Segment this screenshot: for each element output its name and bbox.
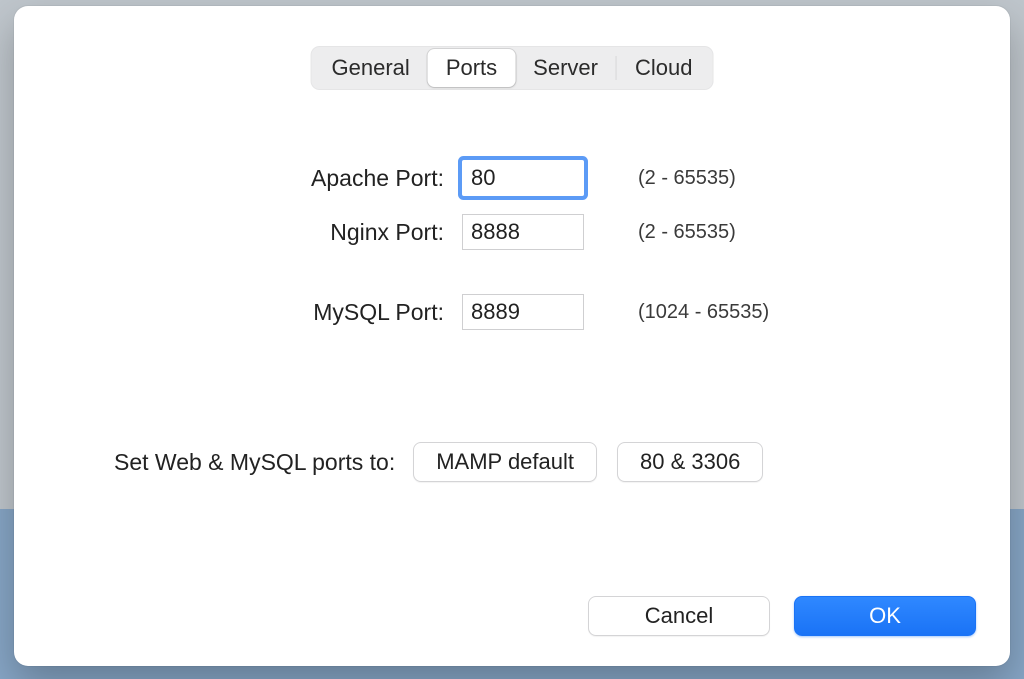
ports-form: Apache Port: (2 - 65535) Nginx Port: (2 … [14, 160, 1010, 348]
cancel-button[interactable]: Cancel [588, 596, 770, 636]
mysql-port-hint: (1024 - 65535) [620, 301, 1010, 324]
tab-general[interactable]: General [314, 49, 428, 87]
tab-ports[interactable]: Ports [428, 49, 515, 87]
apache-port-hint: (2 - 65535) [620, 167, 1010, 190]
preferences-sheet: General Ports Server Cloud Apache Port: … [14, 6, 1010, 666]
window-backdrop: General Ports Server Cloud Apache Port: … [0, 0, 1024, 679]
nginx-port-hint: (2 - 65535) [620, 221, 1010, 244]
apache-port-input[interactable] [462, 160, 584, 196]
tab-bar: General Ports Server Cloud [311, 46, 714, 90]
ok-button[interactable]: OK [794, 596, 976, 636]
tab-cloud[interactable]: Cloud [617, 49, 710, 87]
mamp-default-button[interactable]: MAMP default [413, 442, 597, 482]
dialog-footer: Cancel OK [588, 596, 976, 636]
nginx-port-input[interactable] [462, 214, 584, 250]
standard-ports-button[interactable]: 80 & 3306 [617, 442, 763, 482]
preset-label: Set Web & MySQL ports to: [114, 449, 395, 476]
apache-port-label: Apache Port: [14, 165, 444, 192]
tab-server[interactable]: Server [515, 49, 616, 87]
preset-row: Set Web & MySQL ports to: MAMP default 8… [14, 442, 1010, 482]
row-nginx: Nginx Port: (2 - 65535) [14, 214, 1010, 250]
row-apache: Apache Port: (2 - 65535) [14, 160, 1010, 196]
row-mysql: MySQL Port: (1024 - 65535) [14, 294, 1010, 330]
mysql-port-input[interactable] [462, 294, 584, 330]
nginx-port-label: Nginx Port: [14, 219, 444, 246]
mysql-port-label: MySQL Port: [14, 299, 444, 326]
